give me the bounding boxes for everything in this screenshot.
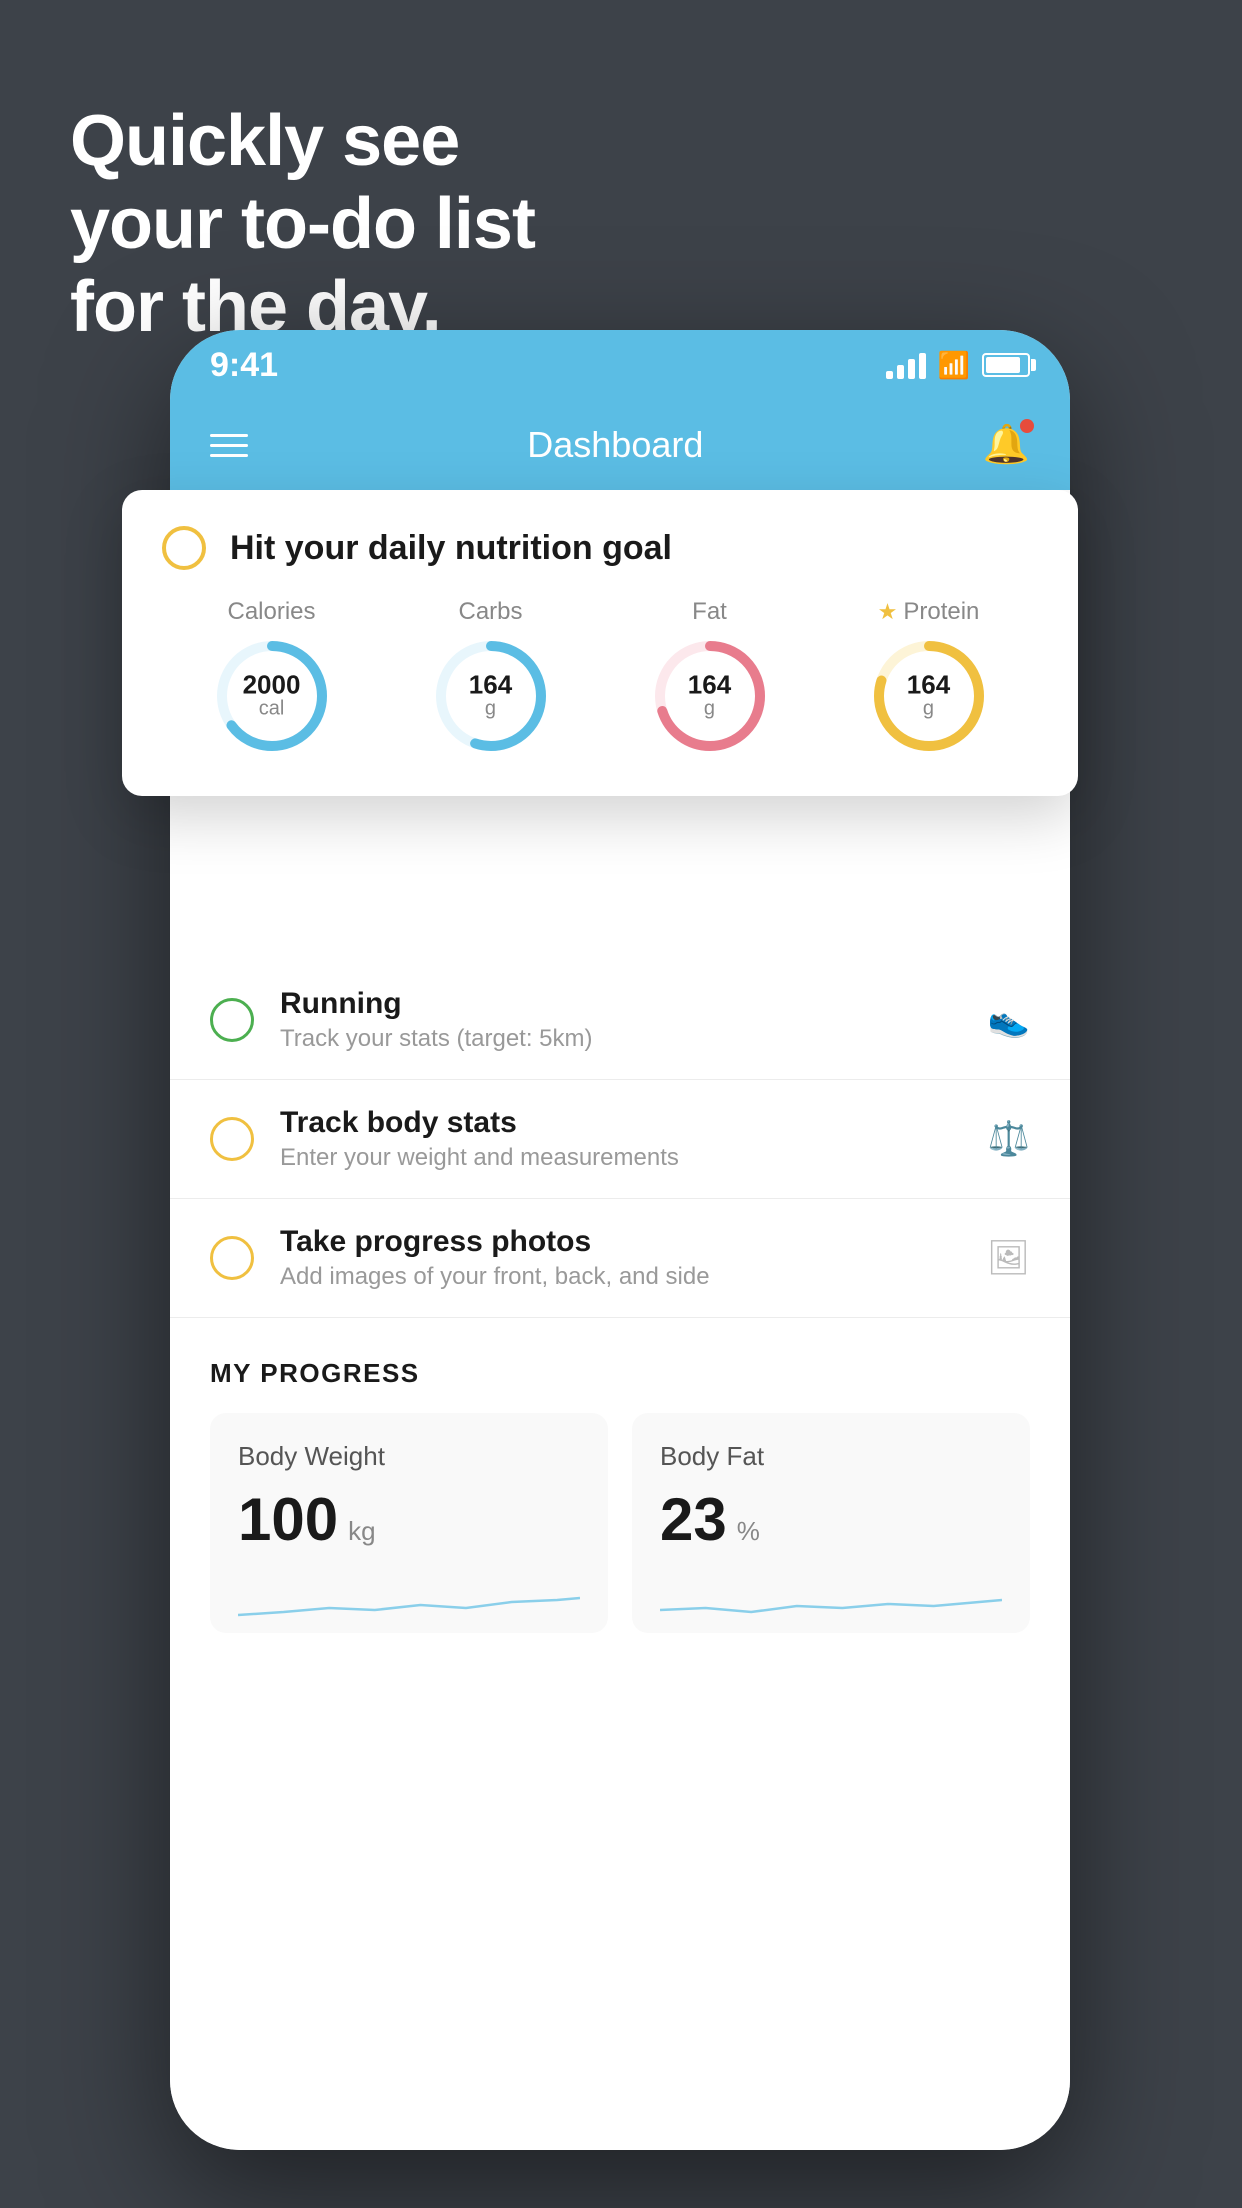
nutrition-card-header: Hit your daily nutrition goal (162, 526, 1038, 570)
progress-section: MY PROGRESS Body Weight 100 kg (170, 1318, 1070, 1653)
nutrition-rings: Calories 2000 cal Carbs (162, 598, 1038, 756)
carbs-unit: g (485, 698, 496, 720)
protein-ring: 164 g (869, 636, 989, 756)
carbs-value: 164 (469, 672, 512, 698)
photo-icon: 🖼 (987, 1238, 1030, 1278)
signal-icon (886, 351, 926, 379)
todo-text-track-body: Track body stats Enter your weight and m… (280, 1106, 962, 1172)
body-fat-unit: % (737, 1516, 760, 1547)
carbs-label: Carbs (458, 598, 522, 626)
background: Quickly see your to-do list for the day.… (0, 0, 1242, 2208)
progress-header: MY PROGRESS (210, 1358, 1030, 1389)
fat-value: 164 (688, 672, 731, 698)
todo-name-running: Running (280, 987, 962, 1021)
todo-item-photos[interactable]: Take progress photos Add images of your … (170, 1199, 1070, 1318)
calories-ring: 2000 cal (212, 636, 332, 756)
todo-circle-track-body (210, 1117, 254, 1161)
body-fat-value-row: 23 % (660, 1490, 1002, 1550)
fat-unit: g (704, 698, 715, 720)
todo-name-photos: Take progress photos (280, 1225, 961, 1259)
calories-unit: cal (259, 698, 285, 720)
todo-item-track-body[interactable]: Track body stats Enter your weight and m… (170, 1080, 1070, 1199)
calories-value: 2000 (243, 672, 301, 698)
hero-line2: your to-do list (70, 183, 535, 266)
body-weight-title: Body Weight (238, 1441, 580, 1472)
hero-text: Quickly see your to-do list for the day. (70, 100, 535, 348)
nutrition-title: Hit your daily nutrition goal (230, 529, 672, 568)
progress-card-weight[interactable]: Body Weight 100 kg (210, 1413, 608, 1633)
progress-cards: Body Weight 100 kg Body Fat (210, 1413, 1030, 1633)
body-weight-unit: kg (348, 1516, 375, 1547)
carbs-ring-item: Carbs 164 g (431, 598, 551, 756)
body-weight-number: 100 (238, 1490, 338, 1550)
battery-icon (982, 353, 1030, 377)
shoe-icon: 👟 (988, 1000, 1030, 1040)
fat-ring: 164 g (650, 636, 770, 756)
calories-label: Calories (227, 598, 315, 626)
nutrition-card[interactable]: Hit your daily nutrition goal Calories 2… (122, 490, 1078, 796)
todo-sub-track-body: Enter your weight and measurements (280, 1144, 962, 1172)
fat-label: Fat (692, 598, 727, 626)
protein-label: ★ Protein (878, 598, 980, 626)
scale-icon: ⚖️ (988, 1119, 1030, 1159)
protein-value: 164 (907, 672, 950, 698)
wifi-icon: 📶 (938, 350, 970, 381)
body-fat-chart (660, 1570, 1002, 1630)
status-time: 9:41 (210, 346, 278, 385)
protein-ring-item: ★ Protein 164 g (869, 598, 989, 756)
nav-bar: Dashboard 🔔 (170, 400, 1070, 490)
todo-text-running: Running Track your stats (target: 5km) (280, 987, 962, 1053)
status-bar: 9:41 📶 (170, 330, 1070, 400)
notification-dot (1020, 419, 1034, 433)
protein-unit: g (923, 698, 934, 720)
carbs-ring: 164 g (431, 636, 551, 756)
todo-name-track-body: Track body stats (280, 1106, 962, 1140)
todo-sub-running: Track your stats (target: 5km) (280, 1025, 962, 1053)
body-weight-chart (238, 1570, 580, 1630)
todo-circle-photos (210, 1236, 254, 1280)
body-weight-value-row: 100 kg (238, 1490, 580, 1550)
todo-text-photos: Take progress photos Add images of your … (280, 1225, 961, 1291)
fat-ring-item: Fat 164 g (650, 598, 770, 756)
status-icons: 📶 (886, 350, 1030, 381)
body-fat-title: Body Fat (660, 1441, 1002, 1472)
nav-title: Dashboard (527, 424, 703, 466)
progress-card-bodyfat[interactable]: Body Fat 23 % (632, 1413, 1030, 1633)
hero-line1: Quickly see (70, 100, 535, 183)
todo-item-running[interactable]: Running Track your stats (target: 5km) 👟 (170, 961, 1070, 1080)
todo-circle-running (210, 998, 254, 1042)
body-fat-number: 23 (660, 1490, 727, 1550)
todo-sub-photos: Add images of your front, back, and side (280, 1263, 961, 1291)
calories-ring-item: Calories 2000 cal (212, 598, 332, 756)
bell-icon[interactable]: 🔔 (983, 423, 1030, 467)
star-icon: ★ (878, 599, 898, 625)
todo-list: Running Track your stats (target: 5km) 👟… (170, 961, 1070, 1318)
nutrition-radio[interactable] (162, 526, 206, 570)
hamburger-menu[interactable] (210, 434, 248, 457)
